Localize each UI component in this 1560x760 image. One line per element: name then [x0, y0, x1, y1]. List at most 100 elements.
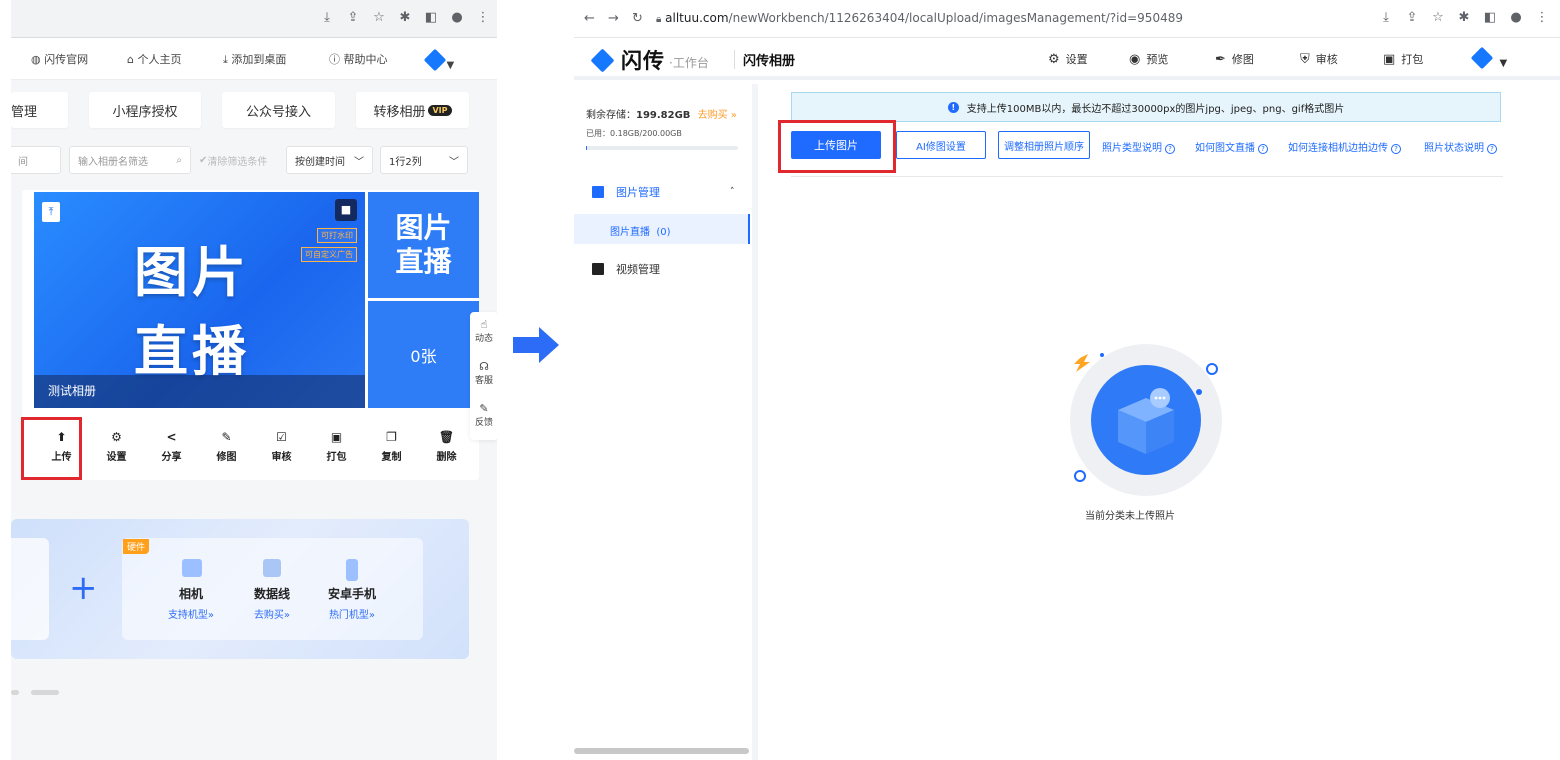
header-folder-link[interactable]: ▣ 打包	[1383, 51, 1423, 67]
action-review-button[interactable]: ☑ 审核	[254, 430, 309, 470]
star-icon[interactable]: ☆	[1430, 10, 1446, 25]
install-icon[interactable]: ⤓	[319, 10, 335, 25]
tab-manage[interactable]: 管理	[11, 92, 68, 128]
upload-highlight-box	[778, 120, 896, 173]
sort-select[interactable]: 按创建时间 ﹀	[286, 146, 373, 174]
time-filter[interactable]: 间	[11, 146, 61, 174]
hardware-item-cable[interactable]: 数据线 去购买»	[237, 559, 307, 621]
help-link[interactable]: 如何图文直播?	[1195, 139, 1268, 154]
divider	[791, 176, 1503, 177]
account-menu[interactable]: ▼	[423, 48, 454, 72]
profile-icon[interactable]: ●	[449, 10, 465, 25]
brand-logo-icon	[590, 47, 615, 73]
action-delete-button[interactable]: 🗑 删除	[419, 430, 474, 470]
nav-help-link[interactable]: ⓘ 帮助中心	[329, 51, 388, 67]
delete-icon: 🗑	[438, 430, 455, 444]
action-label: 复制	[381, 452, 402, 463]
lock-icon: 🔒︎	[656, 14, 662, 25]
header-gear-link[interactable]: ⚙ 设置	[1048, 51, 1088, 67]
tab-miniprogram[interactable]: 小程序授权	[89, 92, 201, 128]
help-link[interactable]: 照片类型说明?	[1102, 139, 1175, 154]
action-label: 分享	[161, 452, 182, 463]
reload-icon[interactable]: ↻	[632, 11, 643, 26]
share-icon[interactable]: ⇪	[345, 10, 361, 25]
watermark-badge: 可打水印	[317, 228, 357, 243]
gear-icon: ⚙	[111, 430, 122, 444]
workbench-header: 闪传 ·工作台 闪传相册 ⚙ 设置 ◉ 预览 ✒ 修图 ⛨ 审核 ▣ 打包 ▼	[574, 38, 1560, 80]
back-icon[interactable]: ←	[584, 11, 595, 26]
chevron-down-icon: ﹀	[449, 156, 459, 168]
image-icon	[592, 186, 604, 198]
camera-icon	[182, 559, 202, 577]
album-cover[interactable]: ⤒ ■ 可打水印 可自定义广告 图片 直播 测试相册	[34, 192, 365, 408]
hardware-item-camera[interactable]: 相机 支持机型»	[156, 559, 226, 621]
install-icon[interactable]: ⤓	[1378, 10, 1394, 25]
pager-dot[interactable]	[11, 690, 19, 695]
main-content: ! 支持上传100MB以内，最长边不超过30000px的图片jpg、jpeg、pn…	[764, 84, 1560, 760]
clear-filters-button[interactable]: ✔ 清除筛选条件	[191, 146, 283, 174]
reorder-photos-button[interactable]: 调整相册照片顺序	[998, 131, 1090, 159]
share-icon[interactable]: ⇪	[1404, 10, 1420, 25]
banner-card-left	[11, 538, 49, 640]
action-copy-button[interactable]: ❐ 复制	[364, 430, 419, 470]
help-link[interactable]: 照片状态说明?	[1424, 139, 1497, 154]
extensions-icon[interactable]: ✱	[397, 10, 413, 25]
buy-storage-link[interactable]: 去购买 »	[698, 110, 737, 121]
add-icon[interactable]: +	[69, 571, 98, 605]
account-menu[interactable]: ▼	[1470, 46, 1507, 70]
pager-dot[interactable]	[31, 690, 59, 695]
header-eye-link[interactable]: ◉ 预览	[1129, 51, 1168, 67]
profile-icon[interactable]: ●	[1508, 10, 1524, 25]
menu-icon[interactable]: ⋮	[475, 10, 491, 25]
nav-site-link[interactable]: ◍ 闪传官网	[31, 51, 88, 67]
header-brush-link[interactable]: ✒ 修图	[1215, 51, 1254, 67]
share-icon: <	[166, 430, 177, 444]
tab-official-account[interactable]: 公众号接入	[222, 92, 335, 128]
extensions-icon[interactable]: ✱	[1456, 10, 1472, 25]
nav-home-link[interactable]: ⌂ 个人主页	[127, 51, 181, 67]
star-icon[interactable]: ☆	[371, 10, 387, 25]
transition-arrow-icon	[513, 327, 559, 363]
vip-badge: VIP	[428, 104, 452, 116]
action-edit-image-button[interactable]: ✎ 修图	[199, 430, 254, 470]
brand-logo[interactable]: 闪传 ·工作台	[590, 45, 709, 75]
info-icon: !	[947, 101, 959, 113]
header-link-label: 打包	[1401, 53, 1424, 66]
album-name-caption: 测试相册	[34, 375, 365, 408]
address-bar[interactable]: 🔒︎ alltuu.com/newWorkbench/1126263404/lo…	[656, 11, 1183, 25]
chevron-up-icon: ˄	[730, 187, 735, 197]
hardware-item-phone[interactable]: 安卓手机 热门机型»	[317, 559, 387, 621]
menu-icon[interactable]: ⋮	[1534, 10, 1550, 25]
album-search-input[interactable]: 输入相册名筛选 ⌕	[69, 146, 191, 174]
sidepanel-icon[interactable]: ◧	[423, 10, 439, 25]
feedback-button[interactable]: ✎ 反馈	[470, 396, 497, 438]
action-package-button[interactable]: ▣ 打包	[309, 430, 364, 470]
forward-icon[interactable]: →	[608, 11, 619, 26]
help-link[interactable]: 如何连接相机边拍边传?	[1288, 139, 1401, 154]
support-button[interactable]: ☊ 客服	[470, 354, 497, 396]
question-icon: ?	[1258, 144, 1268, 154]
eye-icon: ◉	[1129, 52, 1141, 67]
action-label: 设置	[106, 452, 127, 463]
action-gear-button[interactable]: ⚙ 设置	[89, 430, 144, 470]
ai-retouch-settings-button[interactable]: AI修图设置	[896, 131, 986, 159]
floating-toolbar: ☝ 动态 ☊ 客服 ✎ 反馈	[470, 312, 497, 440]
tab-transfer[interactable]: 转移相册 VIP	[356, 92, 469, 128]
phone-icon	[346, 559, 358, 581]
menu-live[interactable]: 图片直播 (0)	[574, 214, 750, 244]
sidepanel-icon[interactable]: ◧	[1482, 10, 1498, 25]
edit-icon: ✎	[479, 402, 489, 415]
edit-image-icon: ✎	[221, 430, 232, 444]
layout-select[interactable]: 1行2列 ﹀	[380, 146, 468, 174]
header-shield-link[interactable]: ⛨ 审核	[1300, 51, 1338, 67]
horizontal-scrollbar[interactable]	[574, 748, 749, 754]
gear-icon: ⚙	[1048, 52, 1060, 67]
dynamics-button[interactable]: ☝ 动态	[470, 312, 497, 354]
action-label: 删除	[436, 452, 457, 463]
album-action-bar: ⬆ 上传 ⚙ 设置 < 分享 ✎ 修图 ☑ 审核 ▣ 打包 ❐ 复制 🗑 删除	[34, 430, 474, 470]
pin-top-icon[interactable]: ⤒	[42, 202, 60, 222]
header-link-label: 修图	[1231, 53, 1254, 66]
right-screenshot: ← → ↻ 🔒︎ alltuu.com/newWorkbench/1126263…	[574, 0, 1560, 760]
action-share-button[interactable]: < 分享	[144, 430, 199, 470]
nav-desktop-link[interactable]: ⤓ 添加到桌面	[223, 51, 286, 67]
